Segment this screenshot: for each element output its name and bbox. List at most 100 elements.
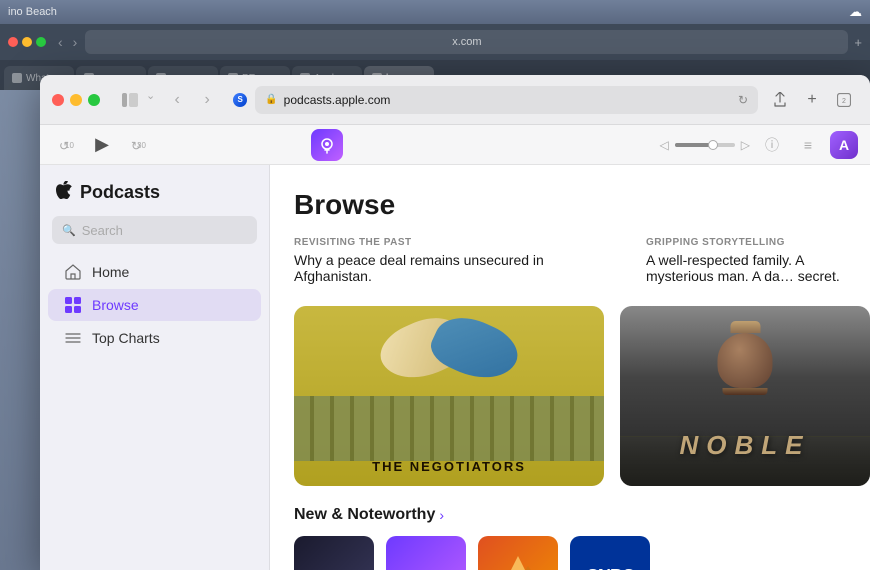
play-button[interactable]: ▶ — [88, 131, 116, 159]
bg-minimize-button[interactable] — [22, 37, 32, 47]
desktop-title: ino Beach — [8, 6, 57, 18]
top-charts-icon — [64, 329, 82, 347]
assembly-thumb-content: Assembly — [386, 536, 466, 570]
neg-buildings — [294, 396, 604, 461]
svg-text:30: 30 — [137, 141, 146, 150]
urn-lid — [730, 321, 760, 333]
urn-base — [723, 388, 768, 395]
info-button[interactable]: ⓘ — [758, 131, 786, 159]
bg-address-bar[interactable]: x.com — [85, 30, 848, 54]
browse-title: Browse — [294, 189, 846, 221]
browse-icon — [64, 296, 82, 314]
svg-text:10: 10 — [65, 141, 74, 150]
neg-hands — [294, 314, 604, 399]
zoom-button[interactable] — [88, 94, 100, 106]
home-icon — [64, 263, 82, 281]
podcast-thumb-1[interactable] — [294, 536, 374, 570]
desktop-menu-bar: ino Beach ☁ — [0, 0, 870, 24]
forward-skip-button[interactable]: ↻ 30 — [124, 131, 152, 159]
sidebar-arrow[interactable]: ⌄ — [146, 89, 155, 111]
browser-shield-icon: S — [233, 93, 247, 107]
bg-add-tab[interactable]: + — [854, 35, 862, 50]
featured-meta-row: REVISITING THE PAST Why a peace deal rem… — [294, 237, 846, 296]
section-title: New & Noteworthy — [294, 506, 435, 524]
title-bar: ⌄ ‹ › S 🔒 podcasts.apple.com ↻ + 2 — [40, 75, 870, 125]
window-controls: ⌄ — [116, 89, 155, 111]
browser-window: ⌄ ‹ › S 🔒 podcasts.apple.com ↻ + 2 — [40, 75, 870, 570]
content-scroll[interactable]: Browse REVISITING THE PAST Why a peace d… — [270, 165, 870, 570]
featured-right-tagline: GRIPPING STORYTELLING — [646, 237, 846, 248]
sidebar: Podcasts 🔍 Search Home — [40, 165, 270, 570]
minimize-button[interactable] — [70, 94, 82, 106]
account-avatar[interactable]: A — [830, 131, 858, 159]
podcast-thumbnails-row: Assembly — [294, 536, 846, 570]
volume-high-icon: ▷ — [741, 138, 750, 152]
featured-right-meta: GRIPPING STORYTELLING A well-respected f… — [646, 237, 846, 296]
sidebar-item-label-home: Home — [92, 264, 129, 280]
bg-traffic-lights — [8, 37, 46, 47]
featured-left-tagline: REVISITING THE PAST — [294, 237, 614, 248]
card-inner-negotiators: THE NEGOTIATORS — [294, 306, 604, 486]
address-bar[interactable]: 🔒 podcasts.apple.com ↻ — [255, 86, 758, 114]
weather-icon: ☁ — [849, 4, 862, 20]
podcast-thumb-cnbc[interactable]: CNBC — [570, 536, 650, 570]
rewind-button[interactable]: ↺ 10 — [52, 131, 80, 159]
tabs-overview-button[interactable]: 2 — [830, 89, 858, 111]
bg-address-text: x.com — [452, 36, 481, 48]
bg-close-button[interactable] — [8, 37, 18, 47]
chapter-list-button[interactable]: ≡ — [794, 131, 822, 159]
cnbc-label: CNBC — [586, 566, 634, 570]
sidebar-item-top-charts[interactable]: Top Charts — [48, 322, 261, 354]
search-icon: 🔍 — [62, 224, 76, 237]
sidebar-item-home[interactable]: Home — [48, 256, 261, 288]
volume-controls: ◁ ▷ — [660, 138, 750, 152]
featured-card-negotiators[interactable]: THE NEGOTIATORS — [294, 306, 604, 486]
apple-logo-sidebar — [56, 181, 72, 204]
noble-text: NOBLE — [620, 430, 870, 461]
sidebar-item-browse[interactable]: Browse — [48, 289, 261, 321]
volume-low-icon: ◁ — [660, 138, 669, 152]
content-toolbar: ↺ 10 ▶ ↻ 30 ◁ — [40, 125, 870, 165]
nav-buttons: ‹ › — [163, 89, 221, 111]
search-box[interactable]: 🔍 Search — [52, 216, 257, 244]
section-arrow[interactable]: › — [439, 507, 444, 523]
sidebar-header: Podcasts — [40, 177, 269, 216]
sidebar-toggle-button[interactable] — [116, 89, 144, 111]
featured-right-desc: A well-respected family. A mysterious ma… — [646, 252, 846, 284]
address-text: podcasts.apple.com — [284, 93, 391, 107]
bg-forward-button[interactable]: › — [71, 32, 80, 52]
sidebar-title: Podcasts — [80, 182, 160, 203]
forward-button[interactable]: › — [193, 89, 221, 111]
podcasts-toolbar-icon — [311, 129, 343, 161]
volume-thumb — [708, 140, 718, 150]
search-placeholder: Search — [82, 223, 123, 238]
section-header: New & Noteworthy › — [294, 506, 846, 524]
sidebar-item-label-top-charts: Top Charts — [92, 330, 160, 346]
content-area: Browse REVISITING THE PAST Why a peace d… — [270, 165, 870, 570]
sidebar-item-label-browse: Browse — [92, 297, 139, 313]
new-noteworthy-section: New & Noteworthy › — [294, 506, 846, 570]
featured-left-desc: Why a peace deal remains unsecured in Af… — [294, 252, 614, 284]
card-inner-noble: NOBLE — [620, 306, 870, 486]
svg-text:2: 2 — [842, 98, 846, 105]
browser-toolbar-right: + 2 — [766, 89, 858, 111]
add-tab-button[interactable]: + — [798, 89, 826, 111]
back-button[interactable]: ‹ — [163, 89, 191, 111]
featured-left-meta: REVISITING THE PAST Why a peace deal rem… — [294, 237, 614, 296]
neg-title: THE NEGOTIATORS — [294, 459, 604, 474]
close-button[interactable] — [52, 94, 64, 106]
podcast-thumb-1-label — [294, 536, 374, 570]
main-layout: Podcasts 🔍 Search Home — [40, 165, 870, 570]
bg-back-button[interactable]: ‹ — [56, 32, 65, 52]
lock-icon: 🔒 — [265, 94, 277, 105]
featured-cards: THE NEGOTIATORS — [294, 306, 846, 486]
featured-card-noble[interactable]: NOBLE — [620, 306, 870, 486]
podcast-thumb-3[interactable] — [478, 536, 558, 570]
reload-button[interactable]: ↻ — [738, 93, 748, 107]
traffic-lights — [52, 94, 100, 106]
volume-slider[interactable] — [675, 143, 735, 147]
bg-zoom-button[interactable] — [36, 37, 46, 47]
podcast-thumb-assembly[interactable]: Assembly — [386, 536, 466, 570]
bg-browser-toolbar: ‹ › x.com + — [0, 24, 870, 60]
share-button[interactable] — [766, 89, 794, 111]
